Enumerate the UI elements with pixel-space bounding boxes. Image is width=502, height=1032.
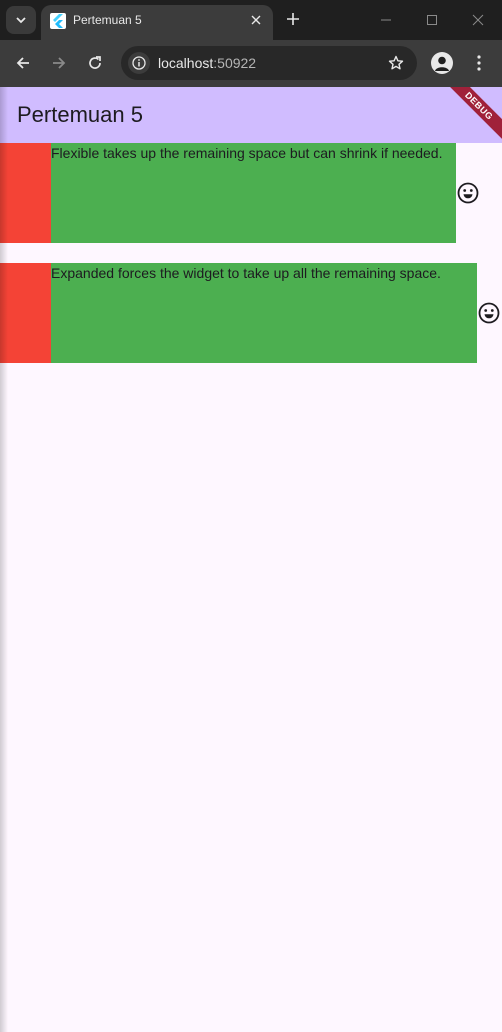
maximize-button[interactable]	[420, 8, 444, 32]
flutter-favicon-icon	[50, 13, 66, 29]
url-text: localhost:50922	[158, 55, 256, 71]
flexible-text: Flexible takes up the remaining space bu…	[51, 145, 443, 161]
reload-button[interactable]	[83, 51, 107, 75]
smile-icon	[478, 302, 500, 324]
reload-icon	[89, 56, 101, 69]
flexible-row: Flexible takes up the remaining space bu…	[0, 143, 502, 243]
arrow-left-icon	[16, 57, 29, 69]
red-box	[0, 143, 51, 243]
plus-icon	[287, 13, 299, 25]
maximize-icon	[427, 15, 437, 25]
url-host: localhost	[158, 55, 214, 71]
forward-button[interactable]	[47, 51, 71, 75]
bookmark-star-icon[interactable]	[387, 54, 405, 72]
address-bar[interactable]: localhost:50922	[121, 46, 417, 80]
tab-close-icon[interactable]	[247, 11, 265, 29]
close-icon	[472, 14, 484, 26]
profile-avatar-icon[interactable]	[431, 52, 453, 74]
tab-strip: Pertemuan 5	[0, 0, 502, 40]
flexible-green-box: Flexible takes up the remaining space bu…	[51, 143, 456, 243]
browser-tab[interactable]: Pertemuan 5	[41, 5, 273, 40]
app-viewport: Pertemuan 5 DEBUG Flexible takes up the …	[0, 87, 502, 1032]
tab-search-button[interactable]	[6, 6, 36, 34]
site-info-icon[interactable]	[128, 52, 150, 74]
expanded-text: Expanded forces the widget to take up al…	[51, 265, 441, 281]
minimize-button[interactable]	[374, 8, 398, 32]
menu-dots-icon[interactable]	[470, 52, 488, 74]
arrow-right-icon	[53, 57, 66, 69]
app-bar: Pertemuan 5	[0, 87, 502, 143]
red-box	[0, 263, 51, 363]
new-tab-button[interactable]	[283, 9, 303, 29]
window-close-button[interactable]	[466, 8, 490, 32]
chevron-down-icon	[16, 17, 26, 24]
expanded-green-box: Expanded forces the widget to take up al…	[51, 263, 477, 363]
page-title: Pertemuan 5	[17, 102, 143, 127]
tab-title: Pertemuan 5	[73, 13, 142, 27]
browser-toolbar: localhost:50922	[0, 40, 502, 87]
url-port: :50922	[213, 55, 257, 71]
minimize-icon	[381, 19, 391, 21]
expanded-row: Expanded forces the widget to take up al…	[0, 263, 502, 363]
back-button[interactable]	[11, 51, 35, 75]
smile-icon	[457, 182, 479, 204]
